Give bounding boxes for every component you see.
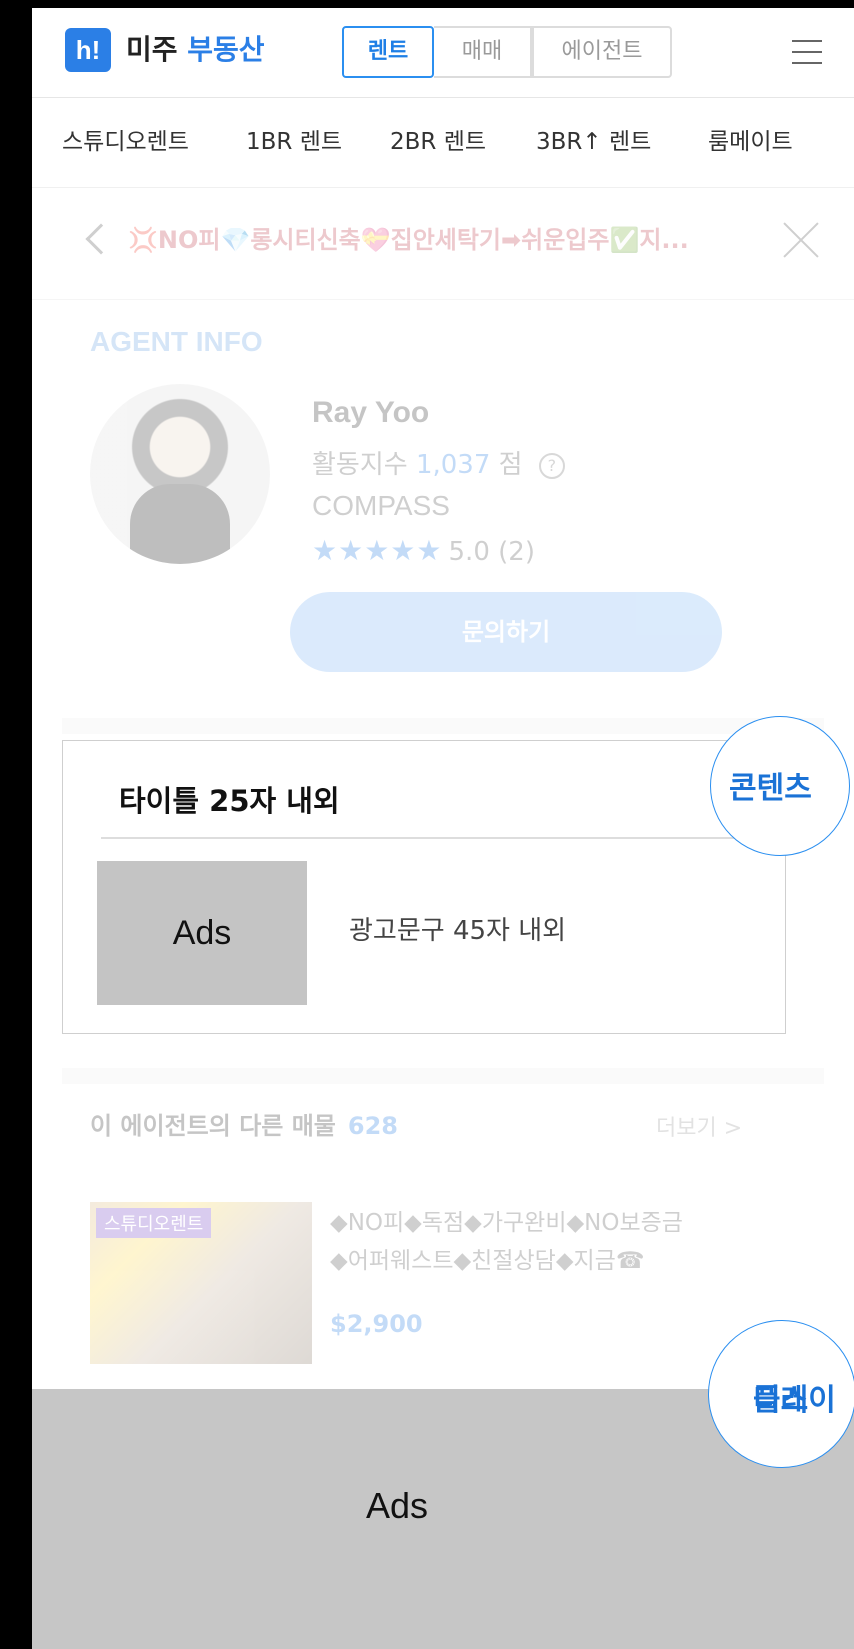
listing-desc-line-2: ◆어퍼웨스트◆친절상담◆지금☎ bbox=[330, 1248, 645, 1274]
activity-score: 1,037 bbox=[415, 450, 491, 480]
logo-mark[interactable]: h! bbox=[65, 28, 111, 72]
native-ad-image[interactable]: Ads bbox=[97, 861, 307, 1005]
native-ad-divider bbox=[101, 837, 787, 839]
other-listings-heading: 이 에이전트의 다른 매물 628 bbox=[90, 1106, 398, 1141]
category-roommate[interactable]: 룸메이트 bbox=[708, 124, 793, 160]
other-listings-title: 이 에이전트의 다른 매물 bbox=[90, 1112, 336, 1140]
tab-agent[interactable]: 에이전트 bbox=[532, 26, 672, 78]
agent-activity-score: 활동지수 1,037 점 ? bbox=[312, 444, 565, 481]
listing-title-bar: 💢NO피💎롱시티신축💝집안세탁기➡쉬운입주✅지... bbox=[32, 188, 854, 300]
display-ad-label: Ads bbox=[365, 1485, 429, 1526]
hamburger-menu-icon[interactable] bbox=[792, 40, 822, 64]
star-rating-icons: ★★★★★ bbox=[312, 534, 443, 567]
agent-rating: ★★★★★ 5.0 (2) bbox=[312, 534, 535, 567]
logo-text-primary: 미주 bbox=[126, 33, 178, 66]
agent-company: COMPASS bbox=[312, 490, 450, 521]
listing-title: 💢NO피💎롱시티신축💝집안세탁기➡쉬운입주✅지... bbox=[128, 226, 689, 254]
top-header: h! 미주 부동산 렌트 매매 에이전트 bbox=[32, 8, 854, 98]
help-icon[interactable]: ? bbox=[538, 453, 565, 479]
more-link[interactable]: 더보기 > bbox=[656, 1110, 742, 1142]
content-annotation-bubble: 콘텐츠 bbox=[710, 716, 850, 856]
inquiry-button[interactable]: 문의하기 bbox=[290, 592, 722, 672]
native-ad-copy: 광고문구 45자 내외 bbox=[349, 916, 567, 946]
category-3br-rent[interactable]: 3BR↑ 렌트 bbox=[536, 124, 651, 160]
tab-sale[interactable]: 매매 bbox=[434, 26, 532, 78]
listing-thumbnail[interactable]: 스튜디오렌트 bbox=[90, 1202, 312, 1364]
close-icon[interactable] bbox=[780, 218, 824, 262]
agent-info-heading: AGENT INFO bbox=[90, 326, 263, 357]
agent-name: Ray Yoo bbox=[312, 396, 430, 429]
category-1br-rent[interactable]: 1BR 렌트 bbox=[246, 124, 342, 160]
display-annotation-bubble: 디스 플레이 bbox=[708, 1320, 854, 1468]
logo-text[interactable]: 미주 부동산 bbox=[126, 30, 265, 70]
activity-label: 활동지수 bbox=[312, 450, 408, 480]
section-divider bbox=[62, 1068, 824, 1084]
agent-avatar bbox=[90, 384, 270, 564]
native-ad-title: 타이틀 25자 내외 bbox=[119, 784, 340, 818]
listing-price: $2,900 bbox=[330, 1310, 423, 1338]
activity-unit: 점 bbox=[498, 450, 523, 480]
other-listings-count: 628 bbox=[347, 1112, 398, 1140]
native-ad-box[interactable]: 타이틀 25자 내외 Ads 광고문구 45자 내외 bbox=[62, 740, 787, 1034]
listing-tag: 스튜디오렌트 bbox=[96, 1208, 212, 1238]
rating-text: 5.0 (2) bbox=[448, 537, 535, 567]
display-annotation-line-2: 플레이 bbox=[753, 1383, 836, 1418]
listing-desc-line-1: ◆NO피◆독점◆가구완비◆NO보증금 bbox=[330, 1210, 683, 1236]
section-divider bbox=[62, 718, 824, 734]
logo-text-accent: 부동산 bbox=[187, 33, 265, 66]
category-2br-rent[interactable]: 2BR 렌트 bbox=[390, 124, 486, 160]
content-annotation-label: 콘텐츠 bbox=[729, 771, 812, 806]
back-arrow-icon[interactable] bbox=[85, 223, 117, 255]
category-nav: 스튜디오렌트 1BR 렌트 2BR 렌트 3BR↑ 렌트 룸메이트 bbox=[32, 98, 854, 188]
tab-rent[interactable]: 렌트 bbox=[342, 26, 434, 78]
mobile-frame: h! 미주 부동산 렌트 매매 에이전트 스튜디오렌트 1BR 렌트 2BR 렌… bbox=[32, 8, 854, 1649]
listing-description[interactable]: ◆NO피◆독점◆가구완비◆NO보증금 ◆어퍼웨스트◆친절상담◆지금☎ bbox=[330, 1204, 810, 1280]
category-studio-rent[interactable]: 스튜디오렌트 bbox=[62, 124, 189, 160]
